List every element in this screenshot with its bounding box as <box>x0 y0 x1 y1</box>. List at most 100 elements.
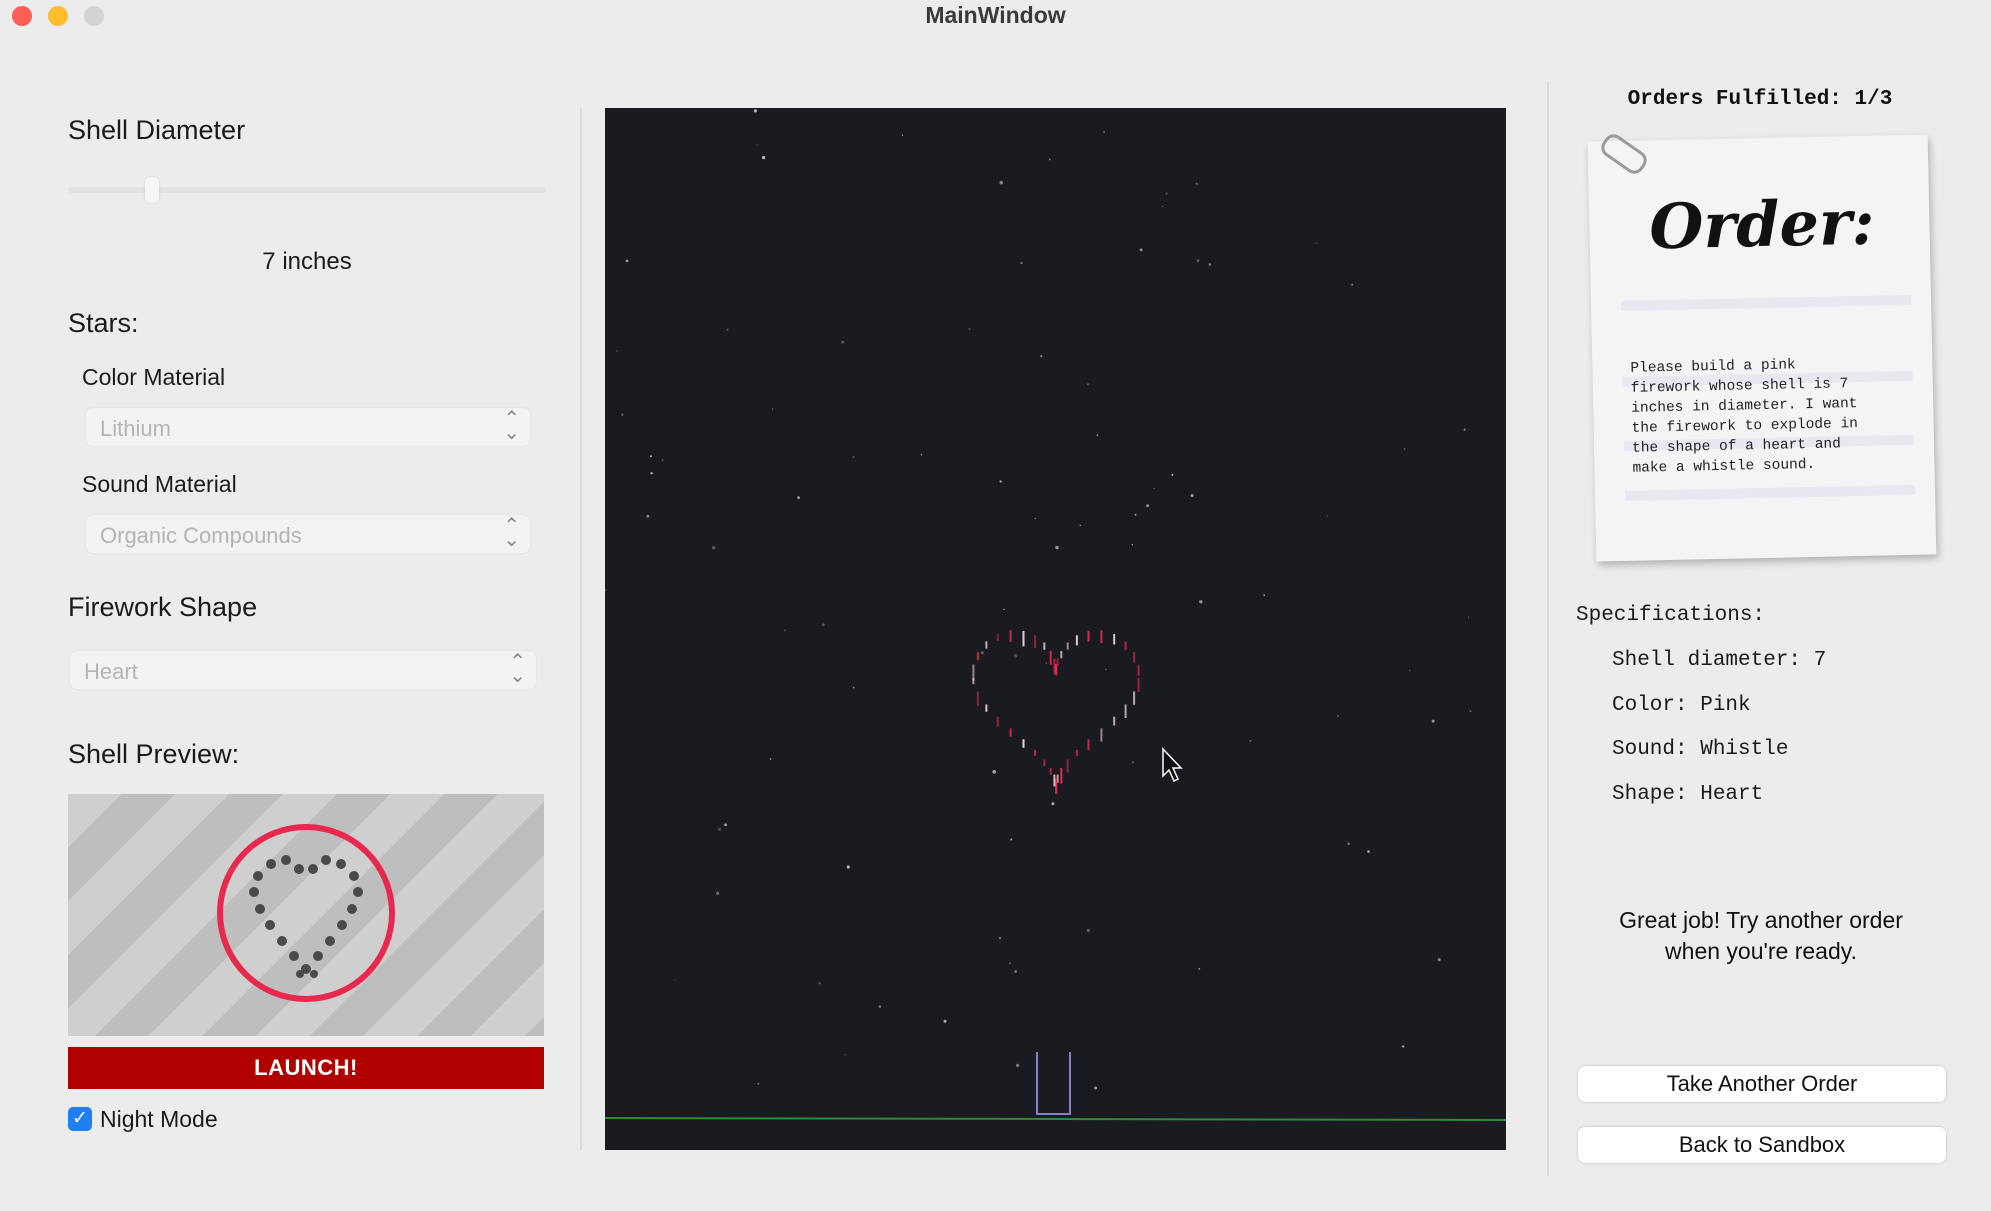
order-text-line: make a whistle sound. <box>1632 456 1816 477</box>
back-to-sandbox-button[interactable]: Back to Sandbox <box>1578 1127 1946 1163</box>
sky-star <box>1086 928 1090 933</box>
sky-star <box>715 891 720 895</box>
sky-star <box>1315 242 1318 245</box>
sky-star <box>1336 714 1340 718</box>
sky-star <box>1131 761 1134 764</box>
firework-canvas[interactable] <box>605 108 1506 1150</box>
firework-spark <box>1056 658 1059 666</box>
right-divider <box>1547 82 1549 1176</box>
window-title: MainWindow <box>925 2 1066 28</box>
spec-shell-diameter: Shell diameter: 7 <box>1612 649 1827 672</box>
firework-spark <box>1100 630 1103 643</box>
sky-star <box>661 459 664 461</box>
sky-star <box>1347 842 1350 845</box>
spec-shape: Shape: Heart <box>1612 783 1764 806</box>
success-message-line: when you're ready. <box>1665 938 1857 964</box>
shell-diameter-slider[interactable] <box>68 187 546 193</box>
heart-stars-pattern <box>249 855 363 978</box>
sky-star <box>822 623 825 626</box>
firework-spark <box>1075 635 1078 646</box>
sky-star <box>1171 473 1174 476</box>
sky-star <box>1403 448 1406 450</box>
sky-star <box>943 1019 947 1023</box>
firework-spark <box>1124 704 1127 718</box>
order-heading: Order: <box>1648 185 1876 264</box>
sky-star <box>1469 710 1472 713</box>
card-rule <box>1624 484 1916 501</box>
night-mode-checkbox[interactable]: ✓ <box>68 1107 92 1131</box>
firework-spark <box>1009 728 1012 737</box>
firework-spark <box>1049 650 1052 665</box>
sky-star <box>999 180 1003 185</box>
take-another-order-button[interactable]: Take Another Order <box>1578 1066 1946 1102</box>
sky-star <box>1013 654 1018 658</box>
sky-star <box>1208 263 1212 266</box>
sky-star <box>1014 970 1017 973</box>
firework-spark <box>1133 652 1136 663</box>
sky-star <box>1249 739 1252 742</box>
night-sky <box>605 109 1506 1121</box>
firework-spark <box>1137 664 1140 676</box>
firework-shape-select[interactable]: Heart ⌃ ⌄ <box>70 651 536 689</box>
shell-preview-graphic <box>217 824 395 1002</box>
firework-spark <box>1060 767 1063 784</box>
sky-star <box>712 546 716 550</box>
heart-firework-burst <box>972 630 1140 794</box>
sky-star <box>649 455 652 458</box>
sky-star <box>852 456 855 459</box>
launch-button[interactable]: LAUNCH! <box>68 1047 544 1089</box>
sky-star <box>1367 850 1370 853</box>
firework-spark <box>1075 749 1078 756</box>
firework-spark <box>1113 716 1116 726</box>
sky-star <box>1467 616 1470 618</box>
sky-star <box>1165 192 1168 195</box>
sky-star <box>998 936 1002 940</box>
sky-star <box>761 155 766 160</box>
sky-star <box>797 496 800 499</box>
background-stars <box>605 109 1472 1090</box>
night-mode-label: Night Mode <box>100 1106 218 1132</box>
sky-star <box>841 340 845 344</box>
sky-star <box>625 259 629 263</box>
sky-star <box>753 109 757 113</box>
firework-spark <box>996 633 999 641</box>
firework-spark <box>1053 774 1056 787</box>
sky-star <box>1008 962 1011 965</box>
spec-sound: Sound: Whistle <box>1612 738 1789 761</box>
sky-star <box>1055 545 1059 550</box>
shell-diameter-slider-knob[interactable] <box>145 177 159 203</box>
sky-star <box>673 979 676 981</box>
sky-star <box>844 1054 846 1056</box>
firework-spark <box>1022 630 1025 647</box>
sky-star <box>1146 504 1150 508</box>
success-message: Great job! Try another order when you're… <box>1576 905 1946 967</box>
sound-material-select[interactable]: Organic Compounds ⌃ ⌄ <box>86 515 530 553</box>
firework-spark <box>1113 633 1116 645</box>
title-bar: MainWindow <box>0 0 1991 30</box>
shell-diameter-title: Shell Diameter <box>68 115 246 145</box>
firework-spark <box>1043 759 1046 767</box>
firework-spark <box>1034 749 1037 756</box>
updown-chevron-icon: ⌃ ⌄ <box>503 515 520 551</box>
firework-shape-title: Firework Shape <box>68 592 258 622</box>
firework-spark <box>1137 678 1140 692</box>
firework-spark <box>1066 759 1069 773</box>
color-material-select[interactable]: Lithium ⌃ ⌄ <box>86 408 530 446</box>
firework-spark <box>1043 642 1046 650</box>
sky-star <box>968 327 971 331</box>
mortar-launcher <box>1036 1052 1071 1115</box>
sky-star <box>605 589 607 592</box>
sky-star <box>1003 608 1005 610</box>
sky-star <box>1134 513 1137 516</box>
sky-star <box>1010 838 1013 841</box>
sky-star <box>999 480 1002 483</box>
firework-spark <box>1049 767 1052 775</box>
card-rule <box>1620 294 1912 311</box>
sky-star <box>1437 958 1441 962</box>
sound-material-value: Organic Compounds <box>100 523 302 548</box>
updown-chevron-icon: ⌃ ⌄ <box>509 651 526 687</box>
color-material-label: Color Material <box>82 364 226 390</box>
sky-star <box>878 1005 882 1008</box>
firework-spark <box>1060 650 1063 659</box>
mouse-cursor-icon <box>1162 747 1183 783</box>
